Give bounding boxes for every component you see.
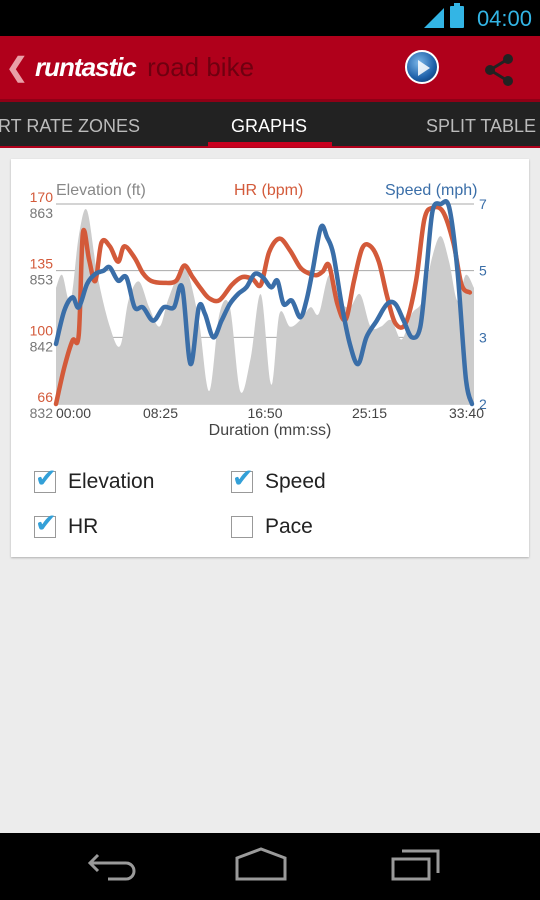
back-chevron-icon: ❮ [6, 52, 28, 82]
app-logo-up-button[interactable]: ❮ runtastic road bike [6, 52, 254, 83]
hr-tick-label: 100 [30, 322, 54, 338]
tab-bar: RT RATE ZONES GRAPHS SPLIT TABLE [0, 102, 540, 148]
elevation-tick-label: 832 [30, 405, 54, 421]
navigation-bar [0, 833, 540, 900]
checkbox-pace-label: Pace [265, 515, 313, 538]
graph-card: 170 863 7 135 853 5 100 842 3 66 832 2 00:00 08:25 16:… [11, 159, 529, 557]
action-bar: ❮ runtastic road bike [0, 36, 540, 102]
signal-icon [424, 8, 444, 28]
status-bar: 04:00 [0, 0, 540, 36]
clock: 04:00 [476, 6, 532, 31]
x-axis-label: Duration (mm:ss) [209, 422, 332, 439]
home-icon[interactable] [234, 847, 288, 881]
active-tab-indicator [208, 142, 332, 147]
checkbox-elevation-label: Elevation [68, 470, 155, 493]
x-tick-label: 08:25 [143, 405, 178, 421]
hr-tick-label: 135 [30, 256, 54, 272]
tab-graphs[interactable]: GRAPHS [231, 116, 307, 137]
speed-tick-label: 7 [479, 196, 487, 212]
legend-hr: HR (bpm) [234, 182, 303, 199]
tab-heart-rate-zones[interactable]: RT RATE ZONES [0, 116, 140, 137]
checkbox-hr-box[interactable] [34, 509, 57, 539]
legend-elevation: Elevation (ft) [56, 182, 146, 199]
checkbox-speed-label: Speed [265, 470, 326, 493]
checkbox-pace-box[interactable] [231, 516, 253, 538]
battery-icon [450, 3, 464, 28]
checkbox-speed[interactable]: Speed [231, 464, 326, 494]
hr-tick-label: 170 [30, 189, 54, 205]
checkbox-elevation[interactable]: Elevation [34, 464, 155, 494]
checkbox-hr-label: HR [68, 515, 99, 538]
product-name: road bike [147, 52, 255, 82]
checkbox-speed-box[interactable] [231, 464, 254, 494]
tab-split-table[interactable]: SPLIT TABLE [426, 116, 536, 137]
speed-tick-label: 5 [479, 263, 487, 279]
hr-tick-label: 66 [37, 389, 53, 405]
globe-play-icon[interactable] [405, 50, 439, 84]
checkbox-hr[interactable]: HR [34, 509, 99, 539]
x-tick-label: 25:15 [352, 405, 387, 421]
back-icon[interactable] [86, 851, 138, 881]
x-tick-label: 00:00 [56, 405, 91, 421]
elevation-tick-label: 863 [30, 205, 54, 221]
legend-speed: Speed (mph) [385, 182, 478, 199]
checkbox-pace[interactable]: Pace [231, 515, 313, 539]
share-icon[interactable] [482, 52, 518, 88]
checkbox-elevation-box[interactable] [34, 464, 57, 494]
brand-name: runtastic [35, 52, 137, 82]
x-tick-label: 33:40 [449, 405, 484, 421]
x-tick-label: 16:50 [247, 405, 282, 421]
recent-apps-icon[interactable] [390, 847, 442, 881]
chart: 17086371358535100842366832200:00 08:25 16:… [30, 182, 487, 439]
elevation-tick-label: 842 [30, 338, 54, 354]
elevation-tick-label: 853 [30, 272, 54, 288]
speed-tick-label: 3 [479, 329, 487, 345]
